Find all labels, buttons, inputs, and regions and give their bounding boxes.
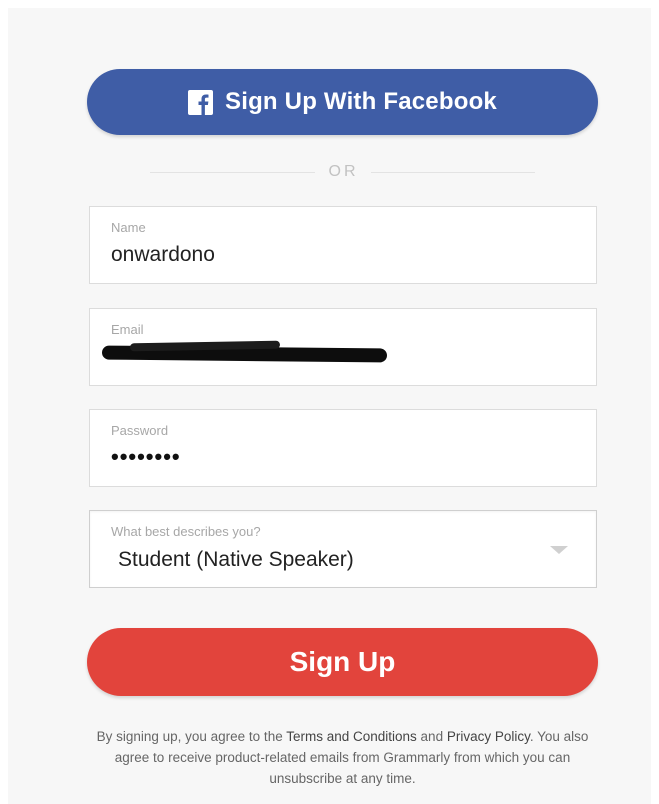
password-field-label: Password (111, 423, 169, 438)
email-field[interactable]: Email (89, 308, 597, 386)
email-field-label: Email (111, 322, 144, 337)
signup-button[interactable]: Sign Up (87, 628, 598, 696)
name-field-label: Name (111, 220, 146, 235)
divider-line-right (370, 171, 535, 173)
facebook-signup-button[interactable]: Sign Up With Facebook (87, 69, 598, 135)
name-field[interactable]: Name onwardono (89, 206, 597, 284)
legal-text: By signing up, you agree to the Terms an… (90, 726, 595, 789)
privacy-link[interactable]: Privacy Policy (447, 729, 530, 744)
or-text: OR (328, 163, 359, 180)
divider-line-left (150, 171, 315, 173)
terms-link[interactable]: Terms and Conditions (286, 729, 417, 744)
role-select-value: Student (Native Speaker) (118, 548, 354, 571)
role-select[interactable]: What best describes you? Student (Native… (89, 510, 597, 588)
legal-and: and (416, 729, 447, 744)
chevron-down-icon[interactable] (550, 546, 568, 554)
password-field-value: •••••••• (111, 444, 181, 469)
name-field-value: onwardono (111, 243, 215, 266)
role-select-label: What best describes you? (111, 524, 261, 539)
legal-prefix: By signing up, you agree to the (96, 729, 287, 744)
password-field[interactable]: Password •••••••• (89, 409, 597, 487)
facebook-icon (188, 89, 213, 115)
facebook-button-label: Sign Up With Facebook (225, 88, 497, 115)
or-divider: OR (150, 160, 535, 184)
